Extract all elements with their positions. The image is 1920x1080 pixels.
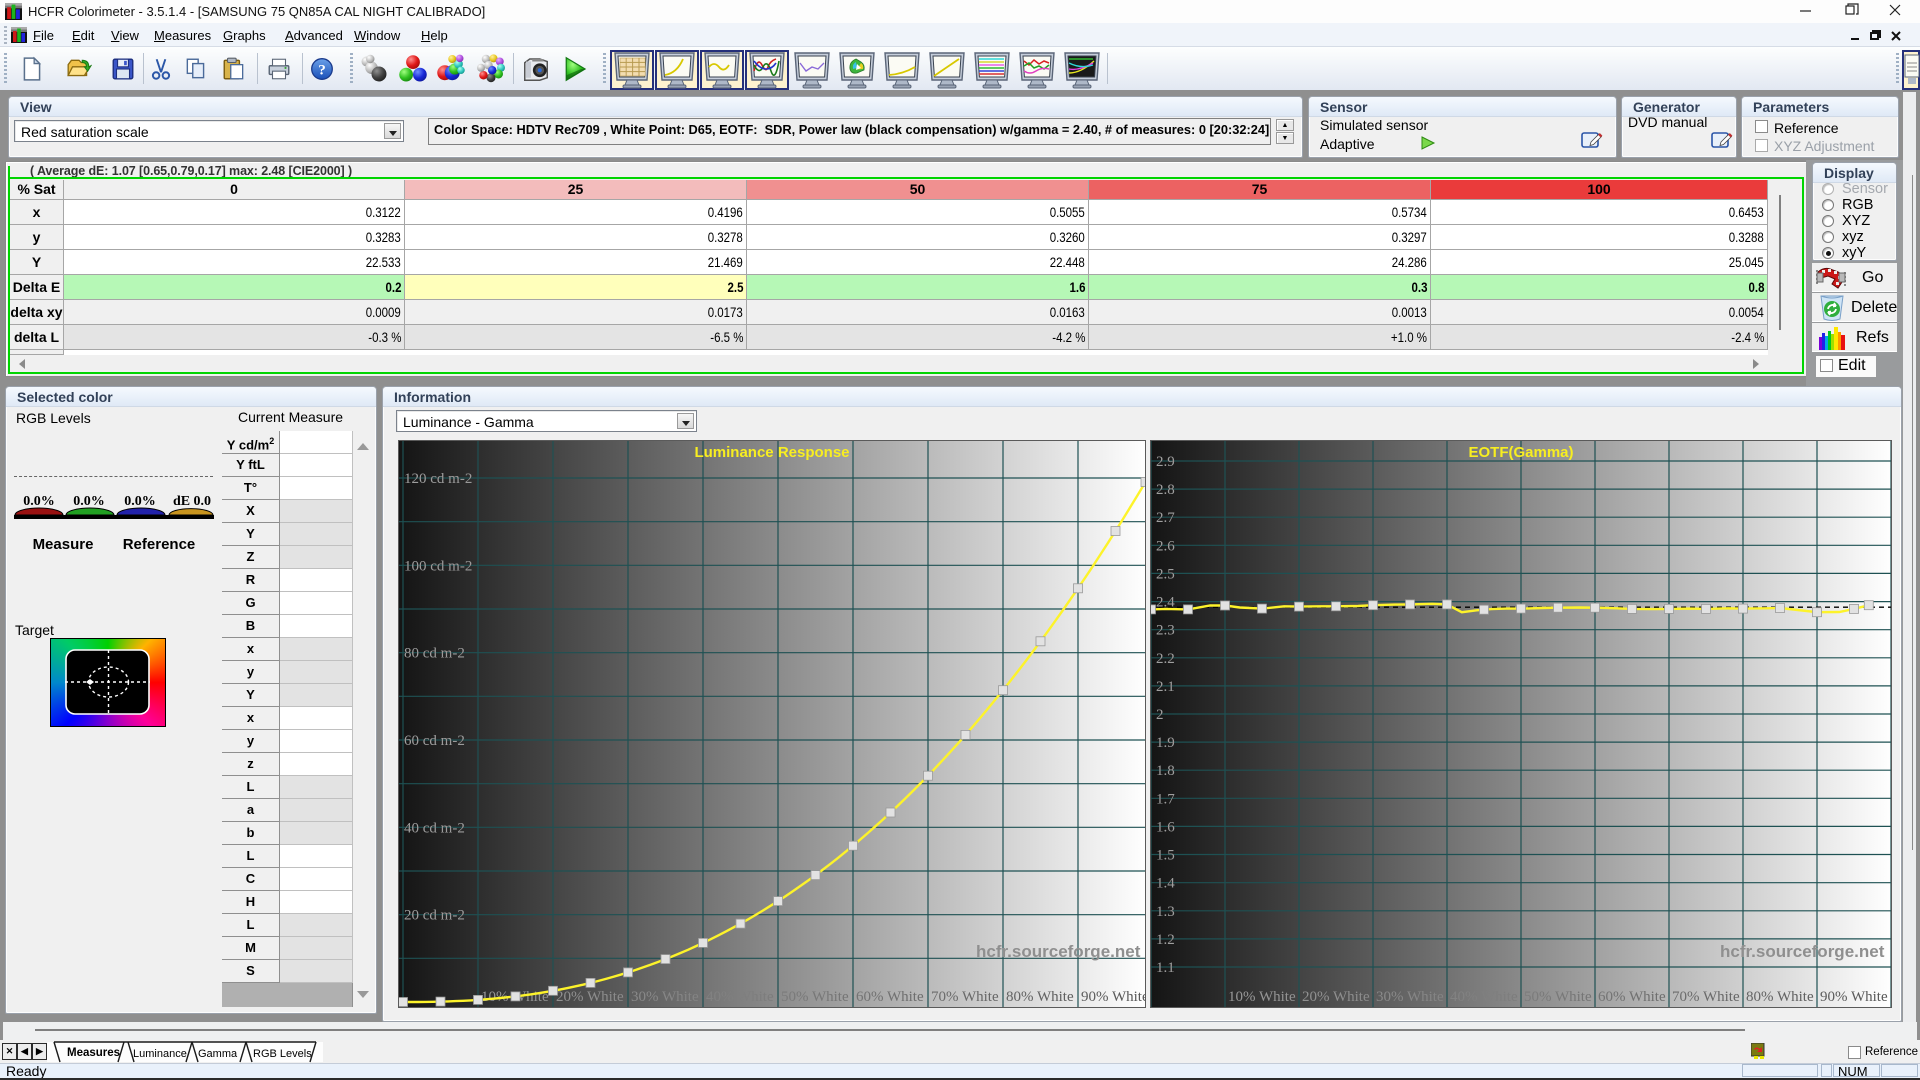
svg-text:1.6: 1.6 bbox=[1156, 819, 1175, 835]
svg-text:80% White: 80% White bbox=[1006, 989, 1074, 1005]
svg-text:100 cd m-2: 100 cd m-2 bbox=[404, 558, 472, 574]
svg-text:90% White: 90% White bbox=[1820, 989, 1888, 1005]
svg-text:60% White: 60% White bbox=[1598, 989, 1666, 1005]
svg-text:1.3: 1.3 bbox=[1156, 904, 1175, 920]
svg-text:1.4: 1.4 bbox=[1156, 876, 1175, 892]
svg-text:30% White: 30% White bbox=[631, 989, 699, 1005]
svg-text:80 cd m-2: 80 cd m-2 bbox=[404, 646, 465, 662]
svg-text:EOTF(Gamma): EOTF(Gamma) bbox=[1468, 444, 1573, 461]
svg-text:2.3: 2.3 bbox=[1156, 623, 1175, 639]
svg-text:1.2: 1.2 bbox=[1156, 932, 1175, 948]
svg-text:10% White: 10% White bbox=[1228, 989, 1296, 1005]
svg-text:80% White: 80% White bbox=[1746, 989, 1814, 1005]
svg-text:70% White: 70% White bbox=[1672, 989, 1740, 1005]
svg-text:2.9: 2.9 bbox=[1156, 454, 1175, 470]
svg-text:20% White: 20% White bbox=[556, 989, 624, 1005]
svg-text:hcfr.sourceforge.net: hcfr.sourceforge.net bbox=[976, 942, 1141, 961]
svg-text:2.2: 2.2 bbox=[1156, 651, 1175, 667]
svg-text:90% White: 90% White bbox=[1081, 989, 1146, 1005]
svg-text:1.7: 1.7 bbox=[1156, 791, 1175, 807]
svg-text:50% White: 50% White bbox=[1524, 989, 1592, 1005]
svg-text:40% White: 40% White bbox=[1450, 989, 1518, 1005]
svg-text:2.7: 2.7 bbox=[1156, 510, 1175, 526]
svg-text:20% White: 20% White bbox=[1302, 989, 1370, 1005]
svg-text:?: ? bbox=[318, 61, 326, 78]
svg-text:2.6: 2.6 bbox=[1156, 538, 1175, 554]
svg-text:60% White: 60% White bbox=[856, 989, 924, 1005]
svg-text:hcfr.sourceforge.net: hcfr.sourceforge.net bbox=[1720, 942, 1885, 961]
svg-text:120 cd m-2: 120 cd m-2 bbox=[404, 471, 472, 487]
svg-text:1.1: 1.1 bbox=[1156, 960, 1175, 976]
svg-text:60 cd m-2: 60 cd m-2 bbox=[404, 733, 465, 749]
svg-text:2.8: 2.8 bbox=[1156, 482, 1175, 498]
svg-text:2.1: 2.1 bbox=[1156, 679, 1175, 695]
svg-text:Luminance Response: Luminance Response bbox=[694, 444, 849, 461]
svg-text:20 cd m-2: 20 cd m-2 bbox=[404, 908, 465, 924]
svg-text:70% White: 70% White bbox=[931, 989, 999, 1005]
svg-text:2.5: 2.5 bbox=[1156, 566, 1175, 582]
svg-text:1.8: 1.8 bbox=[1156, 763, 1175, 779]
svg-text:30% White: 30% White bbox=[1376, 989, 1444, 1005]
svg-text:1.9: 1.9 bbox=[1156, 735, 1175, 751]
svg-text:40% White: 40% White bbox=[706, 989, 774, 1005]
svg-text:1.5: 1.5 bbox=[1156, 848, 1175, 864]
svg-text:40 cd m-2: 40 cd m-2 bbox=[404, 820, 465, 836]
svg-text:50% White: 50% White bbox=[781, 989, 849, 1005]
svg-text:2: 2 bbox=[1156, 707, 1164, 723]
